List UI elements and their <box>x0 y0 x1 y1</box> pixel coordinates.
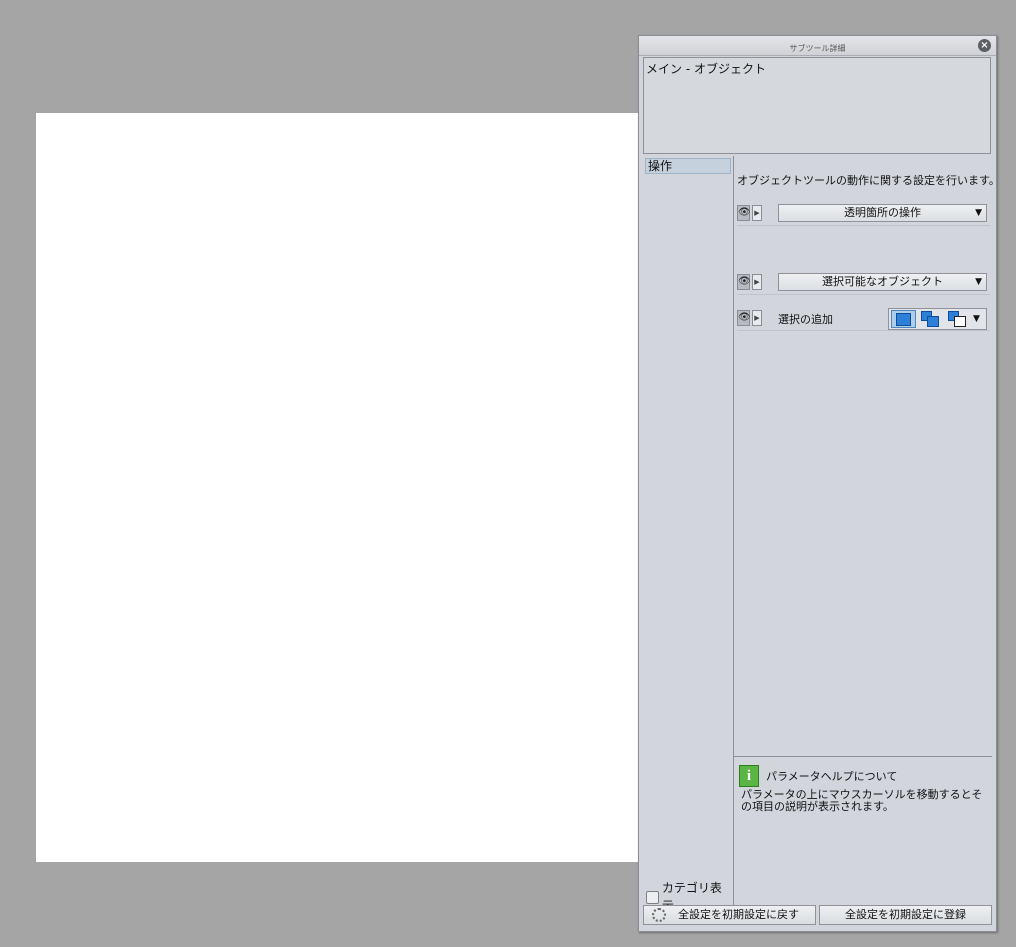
chevron-down-icon: ▼ <box>975 208 982 218</box>
eye-icon[interactable]: 👁 <box>737 274 751 290</box>
panel-titlebar[interactable]: サブツール詳細 × <box>639 36 996 56</box>
transparent-area-dropdown[interactable]: 透明箇所の操作 ▼ <box>778 204 987 222</box>
new-selection-icon <box>896 313 911 326</box>
panel-title: サブツール詳細 <box>789 44 846 53</box>
category-item-operation[interactable]: 操作 <box>645 158 731 174</box>
reset-icon <box>652 908 666 922</box>
info-icon: i <box>739 765 759 787</box>
eye-icon[interactable]: 👁 <box>737 310 751 326</box>
dropdown-label: 選択可能なオブジェクト <box>822 275 943 288</box>
subtool-name: メイン - オブジェクト <box>646 62 766 76</box>
setting-row-selectable-objects: 👁 ▶ 選択可能なオブジェクト ▼ <box>737 270 990 295</box>
drawing-canvas[interactable] <box>36 113 639 862</box>
help-title: パラメータヘルプについて <box>766 770 898 783</box>
expand-arrow-icon[interactable]: ▶ <box>752 310 762 326</box>
chevron-down-icon[interactable]: ▼ <box>973 314 980 324</box>
subtool-name-box: メイン - オブジェクト <box>643 57 991 154</box>
setting-row-selection-add: 👁 ▶ 選択の追加 ▼ <box>737 306 990 331</box>
settings-description: オブジェクトツールの動作に関する設定を行います。 <box>737 174 1000 187</box>
dropdown-label: 透明箇所の操作 <box>844 206 921 219</box>
add-selection-icon-overlap <box>927 316 939 327</box>
new-selection-button[interactable] <box>891 310 916 328</box>
register-defaults-label: 全設定を初期設定に登録 <box>845 908 966 921</box>
reset-all-label: 全設定を初期設定に戻す <box>678 908 799 921</box>
parameter-help: i パラメータヘルプについて パラメータの上にマウスカーソルを移動するとその項目… <box>734 756 992 906</box>
subtool-detail-panel: サブツール詳細 × メイン - オブジェクト 操作 カテゴリ表示 オブジェクトツ… <box>638 35 1000 932</box>
selection-add-label: 選択の追加 <box>778 313 833 326</box>
setting-row-transparent-area: 👁 ▶ 透明箇所の操作 ▼ <box>737 201 990 226</box>
expand-arrow-icon[interactable]: ▶ <box>752 274 762 290</box>
close-icon[interactable]: × <box>978 39 991 52</box>
help-body: パラメータの上にマウスカーソルを移動するとその項目の説明が表示されます。 <box>741 788 983 813</box>
panel-footer: 全設定を初期設定に戻す 全設定を初期設定に登録 <box>643 905 992 927</box>
selectable-objects-dropdown[interactable]: 選択可能なオブジェクト ▼ <box>778 273 987 291</box>
settings-area: オブジェクトツールの動作に関する設定を行います。 👁 ▶ 透明箇所の操作 ▼ 👁… <box>734 156 1000 756</box>
show-category-checkbox[interactable] <box>646 890 659 904</box>
show-category-toggle[interactable]: カテゴリ表示 <box>646 881 733 913</box>
expand-arrow-icon[interactable]: ▶ <box>752 205 762 221</box>
toggle-selection-icon-overlap <box>954 316 966 327</box>
selection-mode-group: ▼ <box>888 308 987 330</box>
reset-all-button[interactable]: 全設定を初期設定に戻す <box>643 905 816 925</box>
category-list: 操作 カテゴリ表示 <box>643 156 734 913</box>
toggle-selection-button[interactable] <box>945 310 970 328</box>
add-selection-button[interactable] <box>918 310 943 328</box>
register-defaults-button[interactable]: 全設定を初期設定に登録 <box>819 905 992 925</box>
chevron-down-icon: ▼ <box>975 277 982 287</box>
eye-icon[interactable]: 👁 <box>737 205 751 221</box>
